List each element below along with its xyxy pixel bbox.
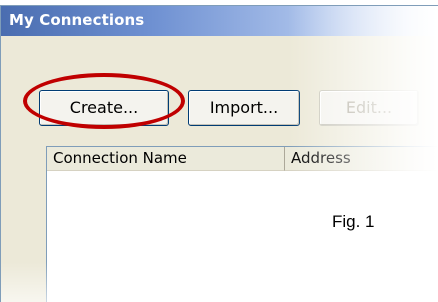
connections-list[interactable]: Connection Name Address: [46, 146, 438, 302]
window-title: My Connections: [9, 11, 145, 29]
edit-button: Edit...: [319, 90, 419, 126]
figure-caption: Fig. 1: [332, 212, 375, 231]
title-bar: My Connections: [1, 6, 438, 36]
column-header-connection-name[interactable]: Connection Name: [47, 147, 285, 171]
screenshot: My Connections Create... Import... Edit.…: [0, 0, 438, 302]
column-header-address[interactable]: Address: [285, 147, 438, 171]
import-button[interactable]: Import...: [188, 90, 300, 126]
connections-window: My Connections Create... Import... Edit.…: [0, 5, 438, 302]
create-button[interactable]: Create...: [39, 90, 169, 126]
